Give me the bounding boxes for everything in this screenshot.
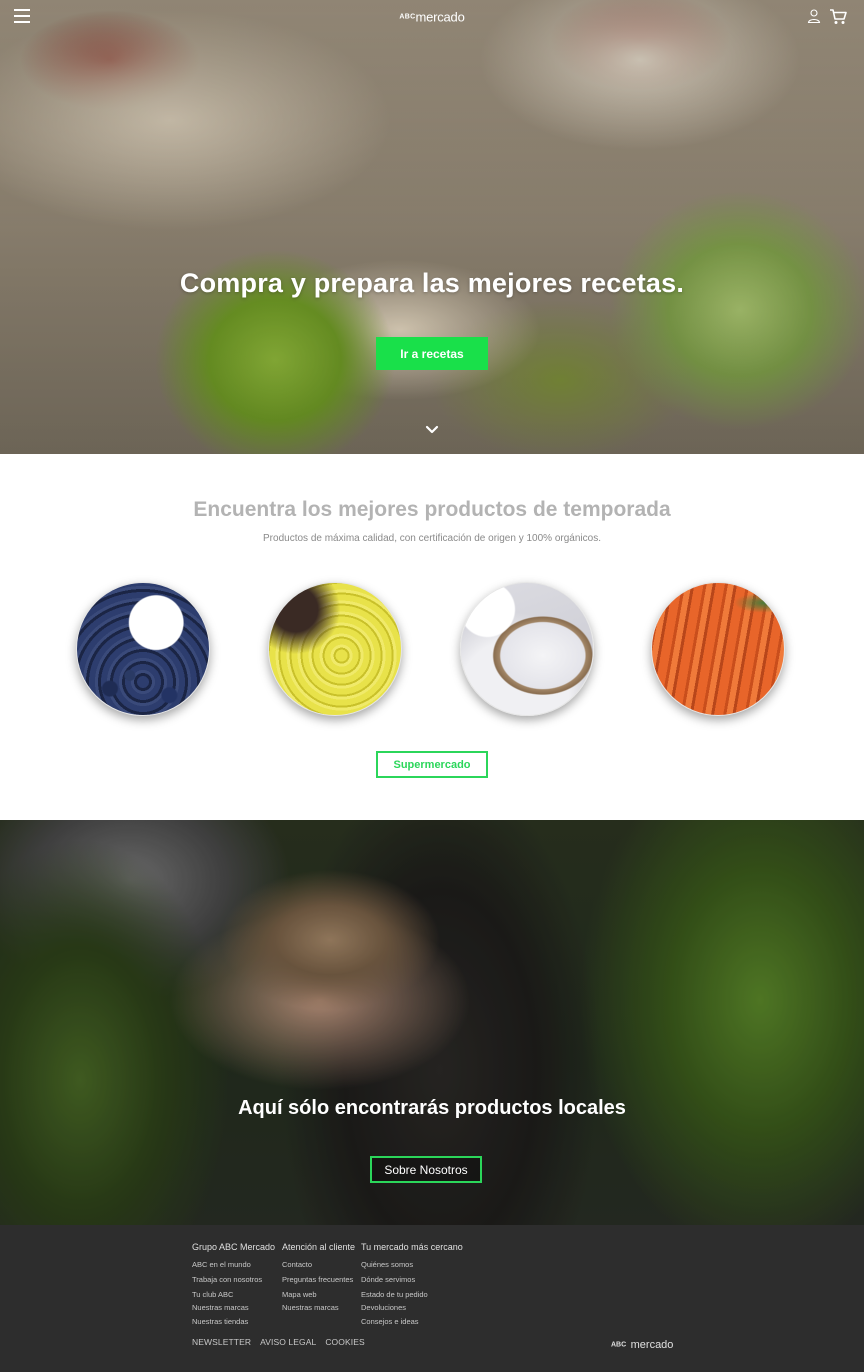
footer-link[interactable]: Mapa web [282,1287,355,1302]
footer: Grupo ABC Mercado ABC en el mundo Trabaj… [0,1225,864,1372]
footer-link[interactable]: Consejos e ideas [361,1313,463,1330]
footer-link[interactable]: ABC en el mundo [192,1257,275,1272]
chevron-down-icon[interactable] [425,425,439,435]
product-blueberries-image[interactable] [76,582,210,716]
local-products-section: Aquí sólo encontrarás productos locales … [0,820,864,1225]
footer-column-group: Grupo ABC Mercado ABC en el mundo Trabaj… [192,1242,275,1330]
footer-link[interactable]: Contacto [282,1257,355,1272]
user-icon[interactable] [807,9,821,23]
footer-link[interactable]: Estado de tu pedido [361,1287,463,1302]
logo-prefix[interactable]: ABC [399,13,415,20]
product-lemons-image[interactable] [268,582,402,716]
product-sugar-image[interactable] [460,582,594,716]
footer-logo-name: mercado [630,1338,674,1351]
footer-link[interactable]: Quiénes somos [361,1257,463,1272]
product-carrots-image[interactable] [651,582,785,716]
cookies-link[interactable]: COOKIES [325,1337,364,1347]
footer-link[interactable]: Dónde servimos [361,1272,463,1287]
products-subtitle: Productos de máxima calidad, con certifi… [263,533,601,544]
footer-heading[interactable]: Atención al cliente [282,1242,355,1252]
cart-icon[interactable] [829,8,847,25]
newsletter-link[interactable]: NEWSLETTER [192,1337,251,1347]
menu-icon[interactable] [14,9,30,23]
hero-title: Compra y prepara las mejores recetas. [179,268,685,298]
products-title: Encuentra los mejores productos de tempo… [193,498,671,521]
site-logo: ABCmercado [0,8,864,26]
footer-column-nearest-market: Tu mercado más cercano Quiénes somos Dón… [361,1242,463,1330]
hero-section: ABCmercado Compra y prepara las mejores … [0,0,864,454]
footer-link[interactable]: Nuestras tiendas [192,1313,275,1330]
footer-link[interactable]: Preguntas frecuentes [282,1272,355,1287]
footer-heading[interactable]: Grupo ABC Mercado [192,1242,275,1252]
supermarket-button[interactable]: Supermercado [376,751,488,778]
go-to-recipes-button[interactable]: Ir a recetas [376,337,488,370]
footer-heading[interactable]: Tu mercado más cercano [361,1242,463,1252]
footer-logo-prefix: ABC [611,1341,627,1349]
footer-link[interactable]: Nuestras marcas [282,1302,355,1313]
about-us-button[interactable]: Sobre Nosotros [370,1156,482,1183]
footer-logo: ABC mercado [611,1336,673,1354]
footer-link[interactable]: Nuestras marcas [192,1302,275,1313]
footer-link[interactable]: Trabaja con nosotros [192,1272,275,1287]
footer-column-support: Atención al cliente Contacto Preguntas f… [282,1242,355,1313]
footer-legal-links: NEWSLETTER AVISO LEGAL COOKIES [192,1337,365,1347]
local-title: Aquí sólo encontrarás productos locales [238,1097,626,1119]
footer-link[interactable]: Tu club ABC [192,1287,275,1302]
seasonal-products-section: Encuentra los mejores productos de tempo… [0,454,864,820]
footer-link[interactable]: Devoluciones [361,1302,463,1313]
legal-notice-link[interactable]: AVISO LEGAL [260,1337,316,1347]
logo-name[interactable]: mercado [415,9,464,24]
